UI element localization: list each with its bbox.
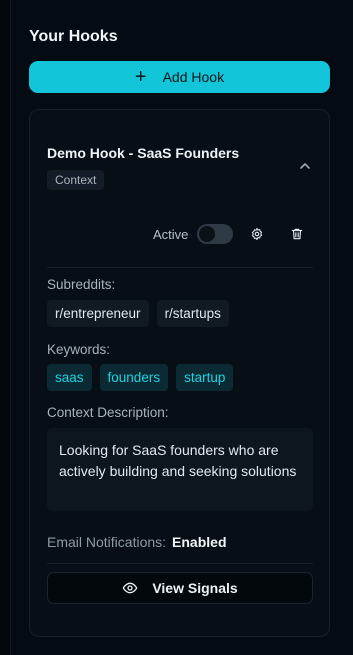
divider — [47, 267, 313, 268]
email-notifications-value: Enabled — [172, 534, 227, 550]
keyword-chip: founders — [99, 364, 169, 391]
toggle-knob — [199, 226, 215, 242]
context-description: Looking for SaaS founders who are active… — [47, 428, 313, 511]
eye-icon — [122, 582, 138, 594]
keywords-label: Keywords: — [47, 342, 111, 357]
context-tag: Context — [47, 170, 105, 190]
view-signals-button[interactable]: View Signals — [47, 572, 313, 604]
chevron-up-icon[interactable] — [299, 160, 311, 172]
active-toggle[interactable] — [197, 224, 233, 244]
email-notifications-row: Email Notifications: Enabled — [47, 534, 227, 550]
subreddit-chip: r/startups — [156, 300, 229, 327]
gear-icon[interactable] — [250, 227, 264, 241]
active-label: Active — [153, 227, 189, 242]
add-hook-button[interactable]: + Add Hook — [29, 61, 330, 93]
add-hook-label: Add Hook — [162, 69, 225, 85]
subreddit-chip: r/entrepreneur — [47, 300, 149, 327]
hooks-panel: Your Hooks + Add Hook Demo Hook - SaaS F… — [10, 0, 353, 655]
subreddits-label: Subreddits: — [47, 277, 116, 292]
keyword-chips: saas founders startup — [47, 364, 234, 391]
plus-icon: + — [134, 66, 147, 88]
hook-card: Demo Hook - SaaS Founders Context Active… — [29, 109, 330, 637]
trash-icon[interactable] — [290, 227, 304, 241]
hook-title: Demo Hook - SaaS Founders — [47, 145, 240, 161]
keyword-chip: saas — [47, 364, 92, 391]
context-description-label: Context Description: — [47, 405, 169, 420]
keyword-chip: startup — [176, 364, 234, 391]
divider — [47, 563, 313, 564]
email-notifications-label: Email Notifications: — [47, 534, 167, 550]
view-signals-label: View Signals — [152, 580, 238, 596]
subreddit-chips: r/entrepreneur r/startups — [47, 300, 229, 327]
section-title: Your Hooks — [29, 28, 118, 45]
